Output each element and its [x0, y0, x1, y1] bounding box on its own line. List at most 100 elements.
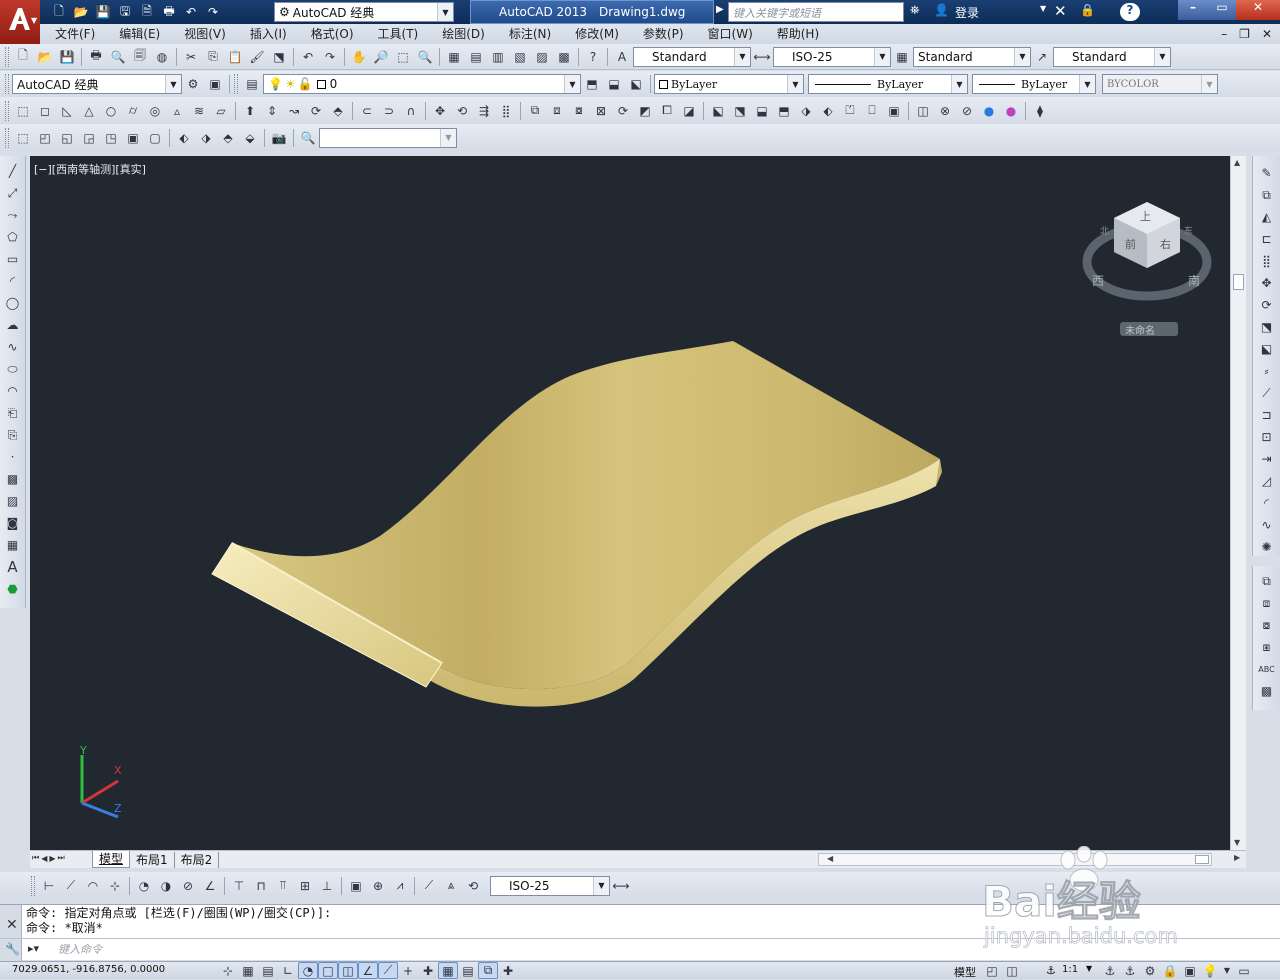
bring-above-icon[interactable]: ⧇: [1256, 614, 1278, 636]
workspace-select[interactable]: AutoCAD 经典 ▼: [12, 74, 182, 94]
flatshot-icon[interactable]: ⎕: [861, 100, 883, 122]
quick-view-drawings-icon[interactable]: ◫: [1002, 962, 1022, 979]
nw-iso-icon[interactable]: ⬙: [239, 127, 261, 149]
inspection-icon[interactable]: ⩘: [389, 875, 411, 897]
planar-surface-icon[interactable]: ▱: [210, 100, 232, 122]
linetype-select[interactable]: ByLayer ▼: [808, 74, 968, 94]
menu-format[interactable]: 格式(O): [299, 24, 366, 44]
clean-icon[interactable]: ⬔: [729, 100, 751, 122]
coordinates-display[interactable]: 7029.0651, -916.8756, 0.0000: [12, 964, 165, 975]
material-browser-icon[interactable]: ●: [1000, 100, 1022, 122]
selection-cycling-icon[interactable]: ⧉: [478, 962, 498, 979]
quick-properties-icon[interactable]: ▤: [458, 962, 478, 979]
menu-parametric[interactable]: 参数(P): [631, 24, 696, 44]
ellipse-arc-icon[interactable]: ◠: [2, 380, 24, 402]
tab-layout1[interactable]: 布局1: [130, 851, 175, 868]
pan-icon[interactable]: ✋: [348, 46, 370, 68]
separate-icon[interactable]: ⬓: [751, 100, 773, 122]
infer-constraints-icon[interactable]: ⊹: [218, 962, 238, 979]
angular-dim-icon[interactable]: ∠: [199, 875, 221, 897]
bring-to-front-icon[interactable]: ⧉: [1256, 570, 1278, 592]
send-under-icon[interactable]: ⧆: [1256, 636, 1278, 658]
extend-icon[interactable]: ⟋: [1256, 382, 1278, 404]
scroll-up-icon[interactable]: ▲: [1234, 158, 1240, 167]
jogged-dim-icon[interactable]: ◑: [155, 875, 177, 897]
se-iso-icon[interactable]: ⬗: [195, 127, 217, 149]
render-region-icon[interactable]: ⧫: [1029, 100, 1051, 122]
redo-icon[interactable]: ↷: [319, 46, 341, 68]
hide-icon[interactable]: ◫: [912, 100, 934, 122]
dim-style-icon[interactable]: ⟷: [610, 875, 632, 897]
user-icon[interactable]: 👤: [934, 3, 949, 17]
drawing-viewport[interactable]: [−][西南等轴测][真实] 上 前 右 西 南 北 东 未命名 Y X Z: [30, 156, 1230, 850]
convert-solid-icon[interactable]: ▣: [883, 100, 905, 122]
layer-properties-icon[interactable]: ▤: [241, 73, 263, 95]
match-properties-icon[interactable]: 🖌: [246, 46, 268, 68]
text-style-select[interactable]: Standard ▼: [633, 46, 751, 67]
zoom-realtime-icon[interactable]: 🔎: [370, 46, 392, 68]
right-view-icon[interactable]: ◳: [100, 127, 122, 149]
help-icon[interactable]: ?: [1120, 3, 1140, 21]
toolbar-grip[interactable]: [31, 875, 35, 896]
lineweight-select[interactable]: ByLayer ▼: [972, 74, 1096, 94]
hardware-accel-icon[interactable]: ▣: [1180, 962, 1200, 979]
ne-iso-icon[interactable]: ⬘: [217, 127, 239, 149]
publish-icon[interactable]: 🗎: [136, 1, 158, 23]
ortho-icon[interactable]: ∟: [278, 962, 298, 979]
transparency-icon[interactable]: ▦: [438, 962, 458, 979]
loft-icon[interactable]: ⬘: [327, 100, 349, 122]
taper-faces-icon[interactable]: ◩: [634, 100, 656, 122]
chamfer-icon[interactable]: ◿: [1256, 470, 1278, 492]
continue-dim-icon[interactable]: ⫪: [272, 875, 294, 897]
command-prompt-icon[interactable]: ▸▾: [28, 942, 39, 955]
cut-icon[interactable]: ✂: [180, 46, 202, 68]
mirror-icon[interactable]: ◭: [1256, 206, 1278, 228]
dim-text-edit-icon[interactable]: ⩓: [440, 875, 462, 897]
menu-edit[interactable]: 编辑(E): [107, 24, 172, 44]
mleader-style-select[interactable]: Standard ▼: [1053, 46, 1171, 67]
slice-icon[interactable]: ⬖: [817, 100, 839, 122]
viewcube[interactable]: 上 前 右 西 南 北 东 未命名: [1082, 196, 1212, 337]
copy-faces-icon[interactable]: ⧠: [656, 100, 678, 122]
named-views-icon[interactable]: ⬚: [12, 127, 34, 149]
circle-icon[interactable]: ◯: [2, 292, 24, 314]
close-icon[interactable]: ✕: [6, 917, 18, 933]
section-plane-icon[interactable]: ⏍: [839, 100, 861, 122]
rotate-faces-icon[interactable]: ⟳: [612, 100, 634, 122]
scale-icon[interactable]: ⬔: [1256, 316, 1278, 338]
markup-icon[interactable]: ▨: [531, 46, 553, 68]
sheet-set-icon[interactable]: ▧: [509, 46, 531, 68]
radius-dim-icon[interactable]: ◔: [133, 875, 155, 897]
zoom-previous-icon[interactable]: 🔍: [414, 46, 436, 68]
dim-style-select[interactable]: ISO-25 ▼: [490, 875, 610, 896]
zoom-window-icon[interactable]: ⬚: [392, 46, 414, 68]
vertical-scrollbar[interactable]: ▲ ▼: [1230, 156, 1246, 850]
model-space-toggle[interactable]: 模型: [954, 964, 976, 980]
doc-minimize-button[interactable]: –: [1215, 24, 1233, 44]
undo-icon[interactable]: ↶: [297, 46, 319, 68]
3d-osnap-icon[interactable]: ◫: [338, 962, 358, 979]
union-icon[interactable]: ⊂: [356, 100, 378, 122]
menu-help[interactable]: 帮助(H): [765, 24, 831, 44]
wcs-menu-button[interactable]: 未命名: [1120, 322, 1178, 337]
viewcube-south[interactable]: 南: [1188, 272, 1200, 289]
snap-mode-icon[interactable]: ▦: [238, 962, 258, 979]
maximize-button[interactable]: ▭: [1208, 0, 1236, 20]
arc-icon[interactable]: ◜: [2, 270, 24, 292]
polar-icon[interactable]: ◔: [298, 962, 318, 979]
add-selected-icon[interactable]: ⬣: [2, 578, 24, 600]
annotation-scale-icon[interactable]: ⚓: [1046, 964, 1056, 977]
scroll-down-icon[interactable]: ▼: [1234, 838, 1240, 847]
stretch-icon[interactable]: ⬕: [1256, 338, 1278, 360]
bottom-view-icon[interactable]: ◱: [56, 127, 78, 149]
baseline-dim-icon[interactable]: ⊓: [250, 875, 272, 897]
layer-previous-icon[interactable]: ⬓: [603, 73, 625, 95]
workspace-save-icon[interactable]: ▣: [204, 73, 226, 95]
isolate-objects-icon[interactable]: 💡: [1200, 962, 1220, 979]
horizontal-scrollbar[interactable]: ◀: [818, 853, 1212, 866]
tool-palettes-icon[interactable]: ▥: [487, 46, 509, 68]
viewcube-front-face[interactable]: 前: [1125, 236, 1136, 252]
lights-icon[interactable]: ●: [978, 100, 1000, 122]
view-select[interactable]: ▼: [319, 127, 457, 148]
cylinder-icon[interactable]: ⌭: [122, 100, 144, 122]
